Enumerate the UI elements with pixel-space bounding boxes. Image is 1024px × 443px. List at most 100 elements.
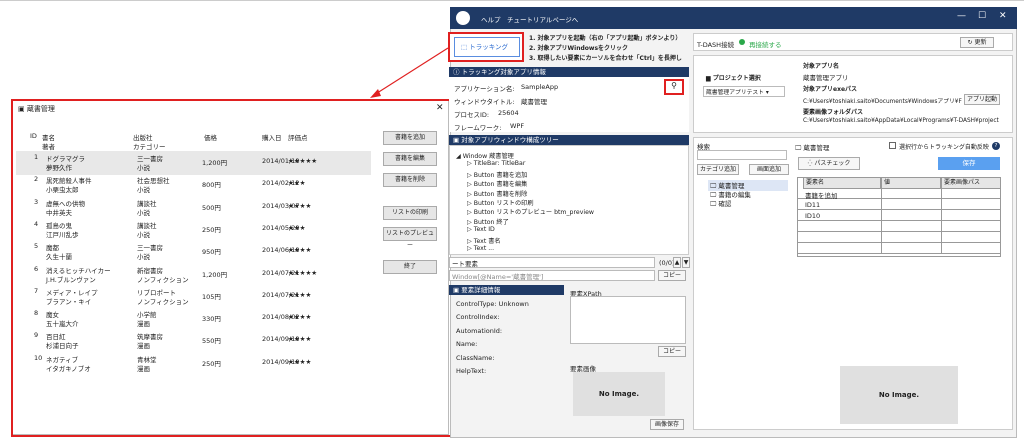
chevron-right-icon[interactable]: ▷ <box>467 200 474 207</box>
exe-path-label: 対象アプリexeパス <box>803 86 858 93</box>
chevron-right-icon[interactable]: ▷ <box>467 226 474 233</box>
tree-item[interactable]: ▷ Button 書籍を削除 <box>467 189 527 198</box>
chevron-right-icon[interactable]: ▷ <box>467 238 474 245</box>
grid-divider <box>881 210 882 221</box>
detail-field: ClassName: <box>456 353 495 362</box>
app-name-value: SampleApp <box>521 83 559 91</box>
tree-item-label: Button 書籍を編集 <box>473 181 528 189</box>
tree-item[interactable]: ▷ Button 終了 <box>467 217 509 226</box>
grid-divider <box>941 199 942 210</box>
detail-field: ControlType: Unknown <box>456 300 529 308</box>
tree-item[interactable]: ▷ Button リストの印刷 <box>467 198 534 207</box>
grid-row[interactable] <box>797 221 1001 232</box>
tree-search-input[interactable]: ート要素 <box>449 257 655 268</box>
chevron-right-icon[interactable]: ▷ <box>467 181 474 188</box>
add-category-button[interactable]: カテゴリ追加 <box>697 164 739 175</box>
target-info-title: トラッキング対象アプリ情報 <box>461 68 546 76</box>
tree-item[interactable]: ▷ Button 書籍を編集 <box>467 179 527 188</box>
minimize-icon[interactable]: — <box>957 11 966 21</box>
chevron-right-icon[interactable]: ▷ <box>467 172 474 179</box>
grid-row[interactable] <box>797 232 1001 243</box>
highlight-frame <box>11 99 452 437</box>
grid-divider <box>881 199 882 210</box>
status-dot-icon <box>739 39 745 45</box>
tree-item[interactable]: ▷ Text ID <box>467 226 495 233</box>
refresh-button[interactable]: ↻ 更新 <box>960 37 994 48</box>
maximize-icon[interactable]: ☐ <box>978 11 986 21</box>
chevron-right-icon[interactable]: ▷ <box>467 209 474 216</box>
tree-item[interactable]: ▷ Text 書名 <box>467 236 501 245</box>
tree-header: ▣ 対象アプリウィンドウ構成ツリー <box>449 135 689 145</box>
detail-field: Name: <box>456 340 478 349</box>
grid-divider <box>881 188 882 199</box>
grid-cell-name: ID10 <box>805 212 821 220</box>
detail-field: AutomationId: <box>456 326 503 335</box>
project-select[interactable]: 蔵書管理アプリテスト ▾ <box>703 86 785 97</box>
target-info-header: ⓘ トラッキング対象アプリ情報 <box>449 67 689 77</box>
screen-image-placeholder: No Image. <box>840 366 958 424</box>
grid-row[interactable]: ID11 <box>797 199 1001 210</box>
tree-item[interactable]: ◢ Window 蔵書管理 <box>456 151 514 160</box>
chevron-down-icon[interactable]: ▼ <box>682 257 690 268</box>
step-1: 1. 対象アプリを起動（右の「アプリ起動」ボタンより） <box>529 35 682 42</box>
target-app-name: 蔵書管理アプリ <box>803 74 849 82</box>
close-icon[interactable]: ✕ <box>999 11 1007 21</box>
chevron-right-icon[interactable]: ▷ <box>467 219 474 226</box>
process-label: プロセスID: <box>454 111 490 119</box>
screen-header-text: 蔵書管理 <box>803 144 830 152</box>
tracking-button[interactable]: ⬚ トラッキング <box>454 37 520 57</box>
grid-row[interactable]: 書籍を追加 <box>797 188 1001 200</box>
pin-icon[interactable]: ⚲ <box>664 79 684 95</box>
grid-row[interactable]: ID10 <box>797 210 1001 221</box>
chevron-right-icon[interactable]: ▷ <box>467 245 474 252</box>
chevron-up-icon[interactable]: ▲ <box>673 257 681 268</box>
grid-divider <box>881 221 882 232</box>
auto-reflect-label: 選択行からトラッキング自動反映 <box>899 144 989 151</box>
page-divider <box>0 0 1024 1</box>
tdash-status[interactable]: 再接続する <box>749 39 782 49</box>
tree-item-label: Button リストの印刷 <box>473 200 534 207</box>
xpath-display[interactable]: Window[@Name='蔵書管理'] <box>449 270 655 281</box>
grid-divider <box>941 188 942 199</box>
window-title-value: 蔵書管理 <box>521 98 547 106</box>
xpath-textarea[interactable] <box>570 296 686 344</box>
pass-check-label: パスチェック <box>814 160 851 167</box>
window-title-label: ウィンドウタイトル: <box>454 98 515 106</box>
grid-row[interactable] <box>797 243 1001 254</box>
tree-item[interactable]: ▷ Button 書籍を追加 <box>467 170 527 179</box>
launch-app-button[interactable]: アプリ起動 <box>964 94 1000 105</box>
save-button[interactable]: 保存 <box>938 157 1000 170</box>
pass-check-button[interactable]: ⁛ パスチェック <box>798 157 860 170</box>
tree-item-label: Window 蔵書管理 <box>462 153 514 160</box>
screen-header: 🖵 蔵書管理 <box>795 144 830 152</box>
grid-divider <box>941 210 942 221</box>
screen-item-label: 確認 <box>718 200 732 208</box>
grid-divider <box>941 221 942 232</box>
add-screen-button[interactable]: 画面追加 <box>749 164 789 175</box>
tree-item-label: Button 書籍を追加 <box>473 171 528 179</box>
tree-item-label: Button 終了 <box>473 218 509 226</box>
chevron-right-icon[interactable]: ▷ <box>467 191 474 198</box>
exe-path: C:¥Users¥toshiaki.saito¥Documents¥Window… <box>803 99 962 105</box>
help-icon[interactable]: ? <box>992 142 1000 150</box>
tree-item-label: TitleBar: TitleBar <box>473 160 526 168</box>
tree-item[interactable]: ▷ Text ... <box>467 245 494 252</box>
tree-item[interactable]: ▷ TitleBar: TitleBar <box>467 160 525 167</box>
screen-search-input[interactable] <box>697 150 787 160</box>
save-image-button[interactable]: 画像保存 <box>650 419 684 430</box>
process-value: 25604 <box>498 109 519 117</box>
project-select-label: ▆ プロジェクト選択 <box>706 75 761 82</box>
chevron-right-icon[interactable]: ▷ <box>467 160 474 167</box>
tree-item[interactable]: ▷ Button リストのプレビュー btm_preview <box>467 207 594 216</box>
grid-divider <box>881 232 882 243</box>
framework-value: WPF <box>510 122 525 130</box>
auto-reflect-checkbox[interactable] <box>889 142 896 149</box>
menu-tutorial[interactable]: チュートリアルページへ <box>507 14 578 24</box>
chevron-down-icon[interactable]: ◢ <box>456 153 463 160</box>
menu-help[interactable]: ヘルプ <box>481 14 501 24</box>
screen-item[interactable]: 🖵 確認 <box>708 198 733 209</box>
framework-label: フレームワーク: <box>454 124 502 132</box>
copy-xpath-button[interactable]: コピー <box>658 346 686 357</box>
img-folder-path: C:¥Users¥toshiaki.saito¥AppData¥Local¥Pr… <box>803 118 999 124</box>
copy-button[interactable]: コピー <box>658 270 686 281</box>
